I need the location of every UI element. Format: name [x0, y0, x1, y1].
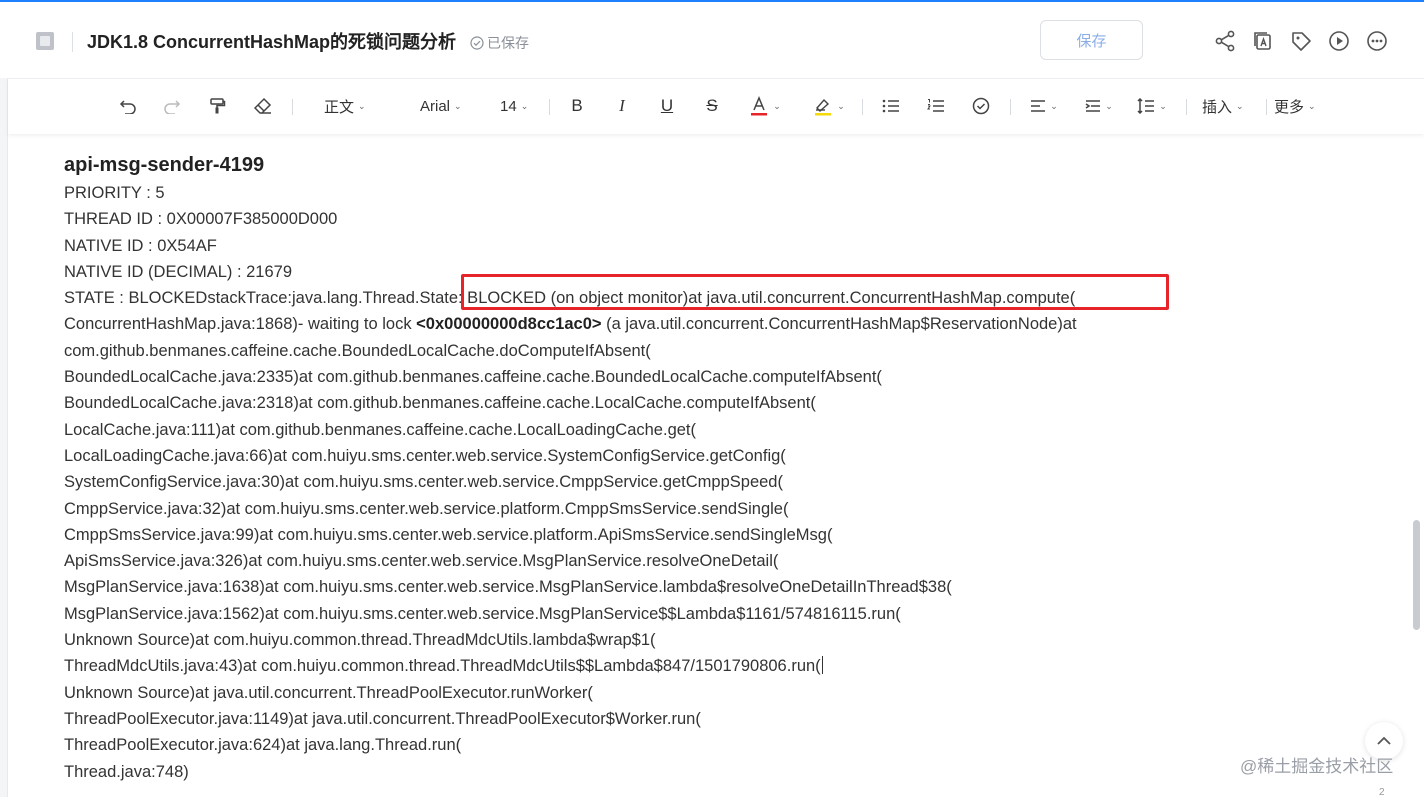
lock-address: <0x00000000d8cc1ac0> [416, 315, 602, 334]
text-line: PRIORITY : 5 [64, 184, 165, 202]
vertical-scrollbar[interactable] [1413, 520, 1420, 630]
highlight-annotation-box [461, 274, 1169, 310]
text-line: SystemConfigService.java:30)at com.huiyu… [64, 473, 783, 492]
line-height-icon[interactable]: ⌄ [1134, 91, 1170, 121]
text-line: ApiSmsService.java:326)at com.huiyu.sms.… [64, 552, 779, 571]
text-line: com.github.benmanes.caffeine.cache.Bound… [64, 341, 651, 360]
saved-status: 已保存 [470, 33, 529, 53]
chevron-down-icon: ⌄ [1159, 100, 1167, 111]
chevron-down-icon: ⌄ [1050, 100, 1058, 111]
toolbar-divider [862, 99, 863, 115]
toolbar-divider [1266, 99, 1267, 115]
tag-icon[interactable] [1288, 28, 1314, 54]
watermark: @稀土掘金技术社区 [1240, 757, 1394, 776]
underline-icon[interactable]: U [657, 91, 677, 121]
chevron-down-icon: ⌄ [773, 100, 781, 111]
text-line: LocalCache.java:111)at com.github.benman… [64, 420, 697, 439]
toolbar-divider [292, 99, 293, 115]
align-icon[interactable]: ⌄ [1026, 91, 1062, 121]
document-title[interactable]: JDK1.8 ConcurrentHashMap的死锁问题分析 [87, 28, 456, 54]
format-painter-icon[interactable] [205, 91, 229, 121]
header-divider [72, 32, 73, 52]
document-icon[interactable] [36, 32, 54, 50]
text-line: BoundedLocalCache.java:2335)at com.githu… [64, 368, 882, 387]
chevron-up-icon [1377, 736, 1391, 745]
save-button[interactable]: 保存 [1040, 20, 1143, 60]
font-size-select[interactable]: 14 ⌄ [500, 91, 528, 121]
text-segment: ThreadMdcUtils.java:43)at com.huiyu.comm… [64, 657, 821, 676]
play-icon[interactable] [1326, 28, 1352, 54]
chevron-down-icon: ⌄ [358, 100, 366, 111]
share-icon[interactable] [1212, 28, 1238, 54]
text-line: CmppService.java:32)at com.huiyu.sms.cen… [64, 499, 789, 518]
text-line: ThreadPoolExecutor.java:1149)at java.uti… [64, 709, 701, 728]
text-line: NATIVE ID : 0X54AF [64, 236, 217, 255]
text-line: LocalLoadingCache.java:66)at com.huiyu.s… [64, 446, 786, 465]
text-cursor [821, 656, 823, 675]
indent-icon[interactable]: ⌄ [1081, 91, 1117, 121]
chevron-down-icon: ⌄ [1105, 100, 1113, 111]
italic-icon[interactable]: I [612, 91, 632, 121]
text-line: Unknown Source)at com.huiyu.common.threa… [64, 631, 656, 650]
format-toolbar: 正文 ⌄ Arial ⌄ 14 ⌄ B I U S ⌄ ⌄ ⌄ ⌄ ⌄ 插入 ⌄ 更多 ⌄ [8, 78, 1424, 134]
copy-doc-icon[interactable] [1250, 28, 1276, 54]
bold-icon[interactable]: B [567, 91, 587, 121]
editor-header: JDK1.8 ConcurrentHashMap的死锁问题分析 已保存 保存 [0, 2, 1424, 78]
document-body[interactable]: api-msg-sender-4199 PRIORITY : 5 THREAD … [64, 150, 1364, 785]
font-family-select[interactable]: Arial ⌄ [420, 91, 462, 121]
chevron-down-icon: ⌄ [837, 100, 845, 111]
left-sidebar-strip [0, 78, 8, 797]
text-line: ConcurrentHashMap.java:1868)- waiting to… [64, 311, 1364, 337]
page-indicator: 2 [1379, 787, 1385, 797]
text-line: MsgPlanService.java:1562)at com.huiyu.sm… [64, 604, 901, 623]
font-color-icon[interactable]: ⌄ [742, 91, 788, 121]
text-segment: ConcurrentHashMap.java:1868)- waiting to… [64, 315, 417, 334]
checklist-icon[interactable] [970, 91, 992, 121]
bullet-list-icon[interactable] [880, 91, 902, 121]
text-line: BoundedLocalCache.java:2318)at com.githu… [64, 394, 816, 413]
eraser-icon[interactable] [251, 91, 275, 121]
text-segment: (a java.util.concurrent.ConcurrentHashMa… [601, 315, 1077, 334]
more-icon[interactable] [1364, 28, 1390, 54]
thread-heading: api-msg-sender-4199 [64, 154, 265, 176]
saved-status-text: 已保存 [487, 35, 529, 51]
strikethrough-icon[interactable]: S [702, 91, 722, 121]
redo-icon[interactable] [160, 91, 184, 121]
check-circle-icon [470, 36, 484, 50]
chevron-down-icon: ⌄ [454, 100, 462, 111]
highlight-icon[interactable]: ⌄ [804, 91, 854, 121]
text-line: THREAD ID : 0X00007F385000D000 [64, 210, 338, 229]
chevron-down-icon: ⌄ [1308, 100, 1316, 111]
chevron-down-icon: ⌄ [1236, 100, 1244, 111]
chevron-down-icon: ⌄ [520, 100, 529, 111]
text-line: CmppSmsService.java:99)at com.huiyu.sms.… [64, 525, 833, 544]
insert-menu[interactable]: 插入 ⌄ [1202, 91, 1244, 121]
paragraph-style-select[interactable]: 正文 ⌄ [324, 91, 366, 121]
text-line: MsgPlanService.java:1638)at com.huiyu.sm… [64, 578, 952, 597]
undo-icon[interactable] [116, 91, 140, 121]
text-line: Thread.java:748) [64, 762, 189, 781]
text-line: Unknown Source)at java.util.concurrent.T… [64, 683, 593, 702]
more-menu[interactable]: 更多 ⌄ [1274, 91, 1316, 121]
numbered-list-icon[interactable] [925, 91, 947, 121]
toolbar-divider [1186, 99, 1187, 115]
toolbar-divider [1010, 99, 1011, 115]
text-line: ThreadMdcUtils.java:43)at com.huiyu.comm… [64, 653, 1364, 679]
toolbar-divider [549, 99, 550, 115]
text-line: ThreadPoolExecutor.java:624)at java.lang… [64, 736, 462, 755]
